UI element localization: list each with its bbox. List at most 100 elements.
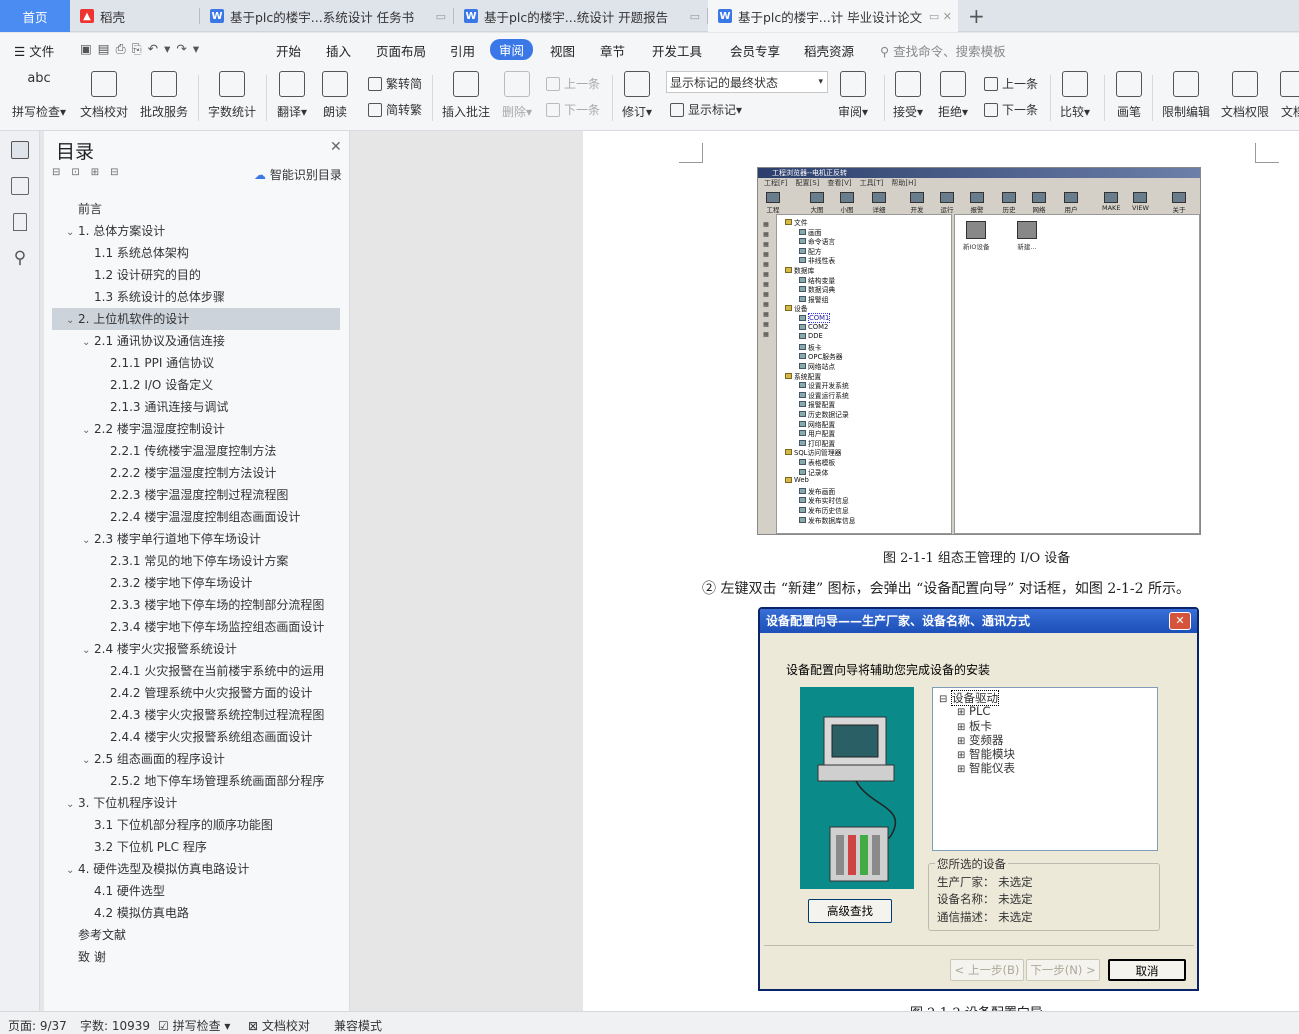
toc-item[interactable]: 2.1.1 PPI 通信协议	[52, 352, 342, 374]
chevron-down-icon[interactable]: ⌄	[66, 222, 78, 244]
toc-item[interactable]: 2.2.2 楼宇温湿度控制方法设计	[52, 462, 342, 484]
driver-tree-node[interactable]: ⊞ 智能仪表	[957, 760, 1015, 776]
menu-chapter[interactable]: 章节	[600, 41, 625, 60]
accept-button[interactable]: 接受▾	[893, 71, 923, 120]
word-count-indicator[interactable]: 字数: 10939	[80, 1017, 150, 1034]
next-step-button[interactable]: 下一步(N) >	[1026, 959, 1100, 981]
chevron-down-icon[interactable]: ⌄	[82, 420, 94, 442]
menu-devtools[interactable]: 开发工具	[652, 41, 702, 60]
toc-item[interactable]: ⌄ 1. 总体方案设计	[52, 220, 342, 242]
driver-tree-node[interactable]: ⊞ PLC	[957, 704, 990, 718]
chevron-down-icon[interactable]: ⌄	[82, 640, 94, 662]
delete-comment-button[interactable]: 删除▾	[502, 71, 532, 120]
toc-item[interactable]: 1.3 系统设计的总体步骤	[52, 286, 342, 308]
file-menu[interactable]: ☰ 文件	[14, 41, 54, 60]
toc-item[interactable]: 2.1.3 通讯连接与调试	[52, 396, 342, 418]
toc-item[interactable]: 2.1.2 I/O 设备定义	[52, 374, 342, 396]
tab-home[interactable]: 首页	[0, 0, 70, 32]
toc-item[interactable]: 2.4.1 火灾报警在当前楼宇系统中的运用	[52, 660, 342, 682]
chevron-down-icon[interactable]: ⌄	[82, 750, 94, 772]
toc-item[interactable]: 4.2 模拟仿真电路	[52, 902, 342, 924]
proofread-button[interactable]: 文档校对	[80, 71, 128, 120]
collapse-icon[interactable]: ⊟	[939, 694, 947, 705]
chevron-down-icon[interactable]: ⌄	[66, 860, 78, 882]
menu-review[interactable]: 审阅	[490, 39, 534, 60]
next-change-button[interactable]: 下一条	[984, 101, 1038, 118]
toc-item[interactable]: 2.4.4 楼宇火灾报警系统组态画面设计	[52, 726, 342, 748]
track-changes-button[interactable]: 修订▾	[622, 71, 652, 120]
toc-item[interactable]: ⌄ 2.3 楼宇单行道地下停车场设计	[52, 528, 342, 550]
tab-doc-1[interactable]: W 基于plc的楼宇...系统设计 任务书 ▭	[200, 0, 454, 32]
toc-item[interactable]: 3.2 下位机 PLC 程序	[52, 836, 342, 858]
doc-permission-button[interactable]: 文档权限	[1221, 71, 1269, 120]
toc-item[interactable]: ⌄ 2. 上位机软件的设计	[52, 308, 340, 330]
menu-docer-resources[interactable]: 稻壳资源	[804, 41, 854, 60]
command-search[interactable]: ⚲ 查找命令、搜索模板	[880, 41, 1006, 60]
next-comment-button[interactable]: 下一条	[546, 101, 600, 118]
toc-item[interactable]: 2.2.1 传统楼宇温湿度控制方法	[52, 440, 342, 462]
bookmark-icon[interactable]	[13, 213, 27, 231]
tab-doc-2[interactable]: W 基于plc的楼宇...统设计 开题报告 ▭	[454, 0, 708, 32]
restrict-edit-button[interactable]: 限制编辑	[1162, 71, 1210, 120]
prev-comment-button[interactable]: 上一条	[546, 75, 600, 92]
toc-item[interactable]: ⌄ 2.1 通讯协议及通信连接	[52, 330, 342, 352]
quick-access-toolbar[interactable]: ▣▤⎙⎘↶▾↷▾	[80, 41, 205, 57]
pen-button[interactable]: 画笔	[1116, 71, 1142, 120]
toc-item[interactable]: 3.1 下位机部分程序的顺序功能图	[52, 814, 342, 836]
toc-item[interactable]: 2.4.2 管理系统中火灾报警方面的设计	[52, 682, 342, 704]
spell-check-button[interactable]: abc 拼写检查▾	[12, 71, 66, 120]
chevron-down-icon[interactable]: ⌄	[82, 530, 94, 552]
reject-button[interactable]: 拒绝▾	[938, 71, 968, 120]
tab-docer[interactable]: ▲ 稻壳	[70, 0, 200, 32]
toc-item[interactable]: 1.2 设计研究的目的	[52, 264, 342, 286]
batch-service-button[interactable]: 批改服务	[140, 71, 188, 120]
toc-item[interactable]: ⌄ 3. 下位机程序设计	[52, 792, 342, 814]
outline-icon[interactable]	[11, 177, 29, 195]
toc-item[interactable]: ⌄ 2.2 楼宇温湿度控制设计	[52, 418, 342, 440]
toc-expand-controls[interactable]: ⊟⊡⊞⊟	[52, 167, 130, 178]
toc-item[interactable]: 2.2.4 楼宇温湿度控制组态画面设计	[52, 506, 342, 528]
simp-to-trad-button[interactable]: 简转繁	[368, 101, 422, 118]
close-icon[interactable]: ▭ ✕	[929, 10, 952, 23]
toc-item[interactable]: 致 谢	[52, 946, 342, 968]
toc-item[interactable]: ⌄ 4. 硬件选型及模拟仿真电路设计	[52, 858, 342, 880]
page-indicator[interactable]: 页面: 9/37	[8, 1017, 67, 1034]
new-tab-button[interactable]: +	[958, 0, 994, 32]
word-count-button[interactable]: 字数统计	[208, 71, 256, 120]
toc-item[interactable]: 2.3.1 常见的地下停车场设计方案	[52, 550, 342, 572]
read-aloud-button[interactable]: 朗读	[322, 71, 348, 120]
cancel-button[interactable]: 取消	[1108, 959, 1186, 981]
doc-more-button[interactable]: 文档	[1280, 71, 1299, 120]
prev-step-button[interactable]: < 上一步(B)	[950, 959, 1024, 981]
toc-item[interactable]: 2.5.2 地下停车场管理系统画面部分程序	[52, 770, 342, 792]
review-pane-button[interactable]: 审阅▾	[838, 71, 868, 120]
toc-item[interactable]: ⌄ 2.4 楼宇火灾报警系统设计	[52, 638, 342, 660]
proofread-status[interactable]: ⊠ 文档校对	[248, 1017, 310, 1034]
expand-icon[interactable]: ⊞	[957, 764, 965, 775]
toc-item[interactable]: 4.1 硬件选型	[52, 880, 342, 902]
tab-doc-3-active[interactable]: W 基于plc的楼宇...计 毕业设计论文 ▭ ✕	[708, 0, 958, 32]
prev-change-button[interactable]: 上一条	[984, 75, 1038, 92]
menu-layout[interactable]: 页面布局	[376, 41, 426, 60]
chevron-down-icon[interactable]: ⌄	[66, 310, 78, 332]
toc-item[interactable]: ⌄ 2.5 组态画面的程序设计	[52, 748, 342, 770]
trad-to-simp-button[interactable]: 繁转简	[368, 75, 422, 92]
toc-item[interactable]: 2.3.4 楼宇地下停车场监控组态画面设计	[52, 616, 342, 638]
compare-button[interactable]: 比较▾	[1060, 71, 1090, 120]
show-markup-button[interactable]: 显示标记 ▾	[670, 101, 742, 118]
toc-item[interactable]: 2.3.2 楼宇地下停车场设计	[52, 572, 342, 594]
translate-button[interactable]: 翻译▾	[277, 71, 307, 120]
insert-comment-button[interactable]: 插入批注	[442, 71, 490, 120]
search-icon[interactable]: ⚲	[11, 249, 29, 267]
menu-view[interactable]: 视图	[550, 41, 575, 60]
spell-check-status[interactable]: ☑ 拼写检查 ▾	[158, 1017, 230, 1034]
toc-item[interactable]: 前言	[52, 198, 342, 220]
menu-insert[interactable]: 插入	[326, 41, 351, 60]
markup-state-select[interactable]: 显示标记的最终状态 ▾	[666, 71, 828, 93]
smart-toc-button[interactable]: ☁ 智能识别目录	[254, 166, 342, 183]
toc-item[interactable]: 2.3.3 楼宇地下停车场的控制部分流程图	[52, 594, 342, 616]
toc-item[interactable]: 2.4.3 楼宇火灾报警系统控制过程流程图	[52, 704, 342, 726]
toc-panel-icon[interactable]	[11, 141, 29, 159]
toc-item[interactable]: 1.1 系统总体架构	[52, 242, 342, 264]
chevron-down-icon[interactable]: ⌄	[82, 332, 94, 354]
